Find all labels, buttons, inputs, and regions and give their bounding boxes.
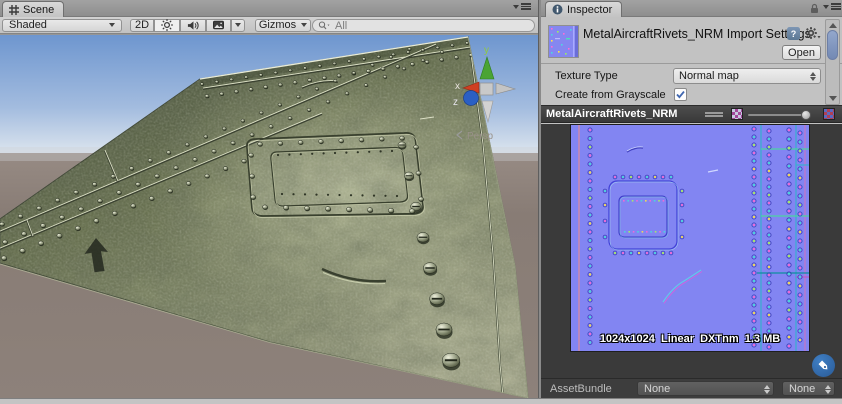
- mip-slider[interactable]: [748, 110, 811, 120]
- draw-mode-label: Shaded: [9, 19, 47, 31]
- scroll-down-icon[interactable]: [829, 96, 837, 101]
- mipmap-icon[interactable]: [823, 108, 835, 120]
- gizmo-projection-label[interactable]: Persp: [467, 131, 494, 142]
- gizmo-z-label: z: [453, 97, 458, 108]
- gear-icon: [805, 27, 821, 39]
- chevron-down-icon: [301, 23, 308, 27]
- texture-type-value: Normal map: [679, 70, 739, 82]
- popup-arrows-icon: [764, 385, 770, 394]
- texture-type-dropdown[interactable]: Normal map: [673, 68, 821, 84]
- unity-editor-window: Scene Shaded 2D Gizmos All y x z Persp I…: [0, 0, 842, 404]
- audio-toggle-button[interactable]: [180, 18, 206, 32]
- settings-button[interactable]: [805, 27, 821, 40]
- mip-slider-knob[interactable]: [801, 110, 811, 120]
- preview-area: 1024x1024 Linear DXTnm 1.3 MB: [541, 124, 842, 378]
- import-settings-header: MetalAircraftRivets_NRM Import Settings …: [541, 17, 842, 64]
- open-button[interactable]: Open: [782, 45, 821, 60]
- chevron-down-icon: [235, 23, 241, 27]
- rgb-channels-icon[interactable]: [731, 108, 743, 120]
- grayscale-checkbox[interactable]: [674, 88, 687, 101]
- chevron-down-icon: [513, 4, 519, 9]
- image-icon: [213, 20, 224, 30]
- inspector-panel-menu[interactable]: [823, 3, 841, 10]
- scene-tab-label: Scene: [23, 3, 55, 16]
- popup-arrows-icon: [825, 385, 831, 394]
- assetbundle-bar: AssetBundle None None: [541, 378, 842, 398]
- preview-info-text: 1024x1024 Linear DXTnm 1.3 MB: [599, 333, 781, 345]
- assetbundle-label: AssetBundle: [550, 383, 612, 395]
- chevron-down-icon: [823, 4, 829, 9]
- scene-toolbar: Shaded 2D Gizmos All: [0, 17, 538, 34]
- gizmos-dropdown[interactable]: Gizmos: [255, 18, 311, 32]
- popup-arrows-icon: [810, 72, 816, 81]
- grayscale-row: Create from Grayscale: [541, 87, 827, 104]
- texture-type-label: Texture Type: [555, 70, 618, 82]
- inspector-tab-label: Inspector: [567, 3, 613, 16]
- tag-icon: [818, 360, 828, 370]
- scrollbar-thumb[interactable]: [827, 30, 838, 60]
- grayscale-label: Create from Grayscale: [555, 89, 666, 101]
- inspector-panel: Inspector MetalAircraftRivets_NRM Import…: [541, 0, 842, 398]
- menu-icon: [521, 3, 531, 10]
- drag-handle-icon[interactable]: [705, 112, 723, 117]
- draw-mode-dropdown[interactable]: Shaded: [2, 18, 122, 32]
- scroll-up-icon[interactable]: [829, 23, 837, 28]
- chevron-down-icon: [109, 23, 115, 27]
- gizmo-z-axis[interactable]: [463, 90, 479, 106]
- scene-viewport[interactable]: y x z Persp: [0, 35, 538, 398]
- sun-icon: [161, 19, 173, 31]
- effects-toggle-button[interactable]: [206, 18, 231, 32]
- inspector-scrollbar[interactable]: [825, 19, 840, 105]
- status-strip: [0, 398, 842, 404]
- gizmo-x-label: x: [455, 81, 460, 92]
- check-icon: [676, 91, 685, 99]
- assetbundle-tag-button[interactable]: [812, 354, 835, 377]
- lock-button[interactable]: [809, 3, 820, 17]
- hatch-panel: [246, 131, 425, 218]
- open-button-label: Open: [788, 46, 815, 59]
- search-filter-label: All: [335, 19, 348, 32]
- gizmo-center-cube[interactable]: [479, 82, 494, 96]
- help-button[interactable]: ?: [787, 27, 800, 40]
- speaker-icon: [187, 20, 199, 30]
- tab-scene[interactable]: Scene: [2, 1, 65, 17]
- normal-map-preview: 1024x1024 Linear DXTnm 1.3 MB: [570, 124, 810, 352]
- asset-title: MetalAircraftRivets_NRM Import Settings: [583, 27, 811, 41]
- texture-type-row: Texture Type Normal map: [541, 68, 827, 85]
- help-icon: ?: [790, 28, 797, 39]
- grid-icon: [9, 4, 19, 15]
- variant-dropdown[interactable]: None: [782, 381, 835, 396]
- toggle-2d-label: 2D: [134, 19, 150, 31]
- preview-header[interactable]: MetalAircraftRivets_NRM: [541, 105, 842, 123]
- gizmos-label: Gizmos: [258, 19, 297, 31]
- lock-icon: [811, 3, 818, 13]
- scene-panel: Scene Shaded 2D Gizmos All y x z Persp: [0, 0, 538, 398]
- variant-value: None: [789, 382, 816, 395]
- scene-panel-menu[interactable]: [513, 3, 531, 10]
- tab-inspector[interactable]: Inspector: [545, 1, 623, 17]
- toggle-2d-button[interactable]: 2D: [130, 18, 154, 32]
- preview-title: MetalAircraftRivets_NRM: [546, 108, 678, 120]
- scene-search-input[interactable]: All: [312, 19, 535, 32]
- gizmo-y-label: y: [484, 45, 489, 56]
- info-icon: [552, 4, 563, 15]
- scene-tab-strip: Scene: [0, 0, 538, 17]
- assetbundle-dropdown[interactable]: None: [637, 381, 774, 396]
- texture-thumbnail: [548, 25, 579, 58]
- inspector-tab-strip: Inspector: [541, 0, 842, 17]
- lighting-toggle-button[interactable]: [154, 18, 180, 32]
- menu-icon: [831, 3, 841, 10]
- assetbundle-value: None: [644, 382, 671, 395]
- search-icon: [318, 21, 330, 30]
- effects-dropdown[interactable]: [231, 18, 245, 32]
